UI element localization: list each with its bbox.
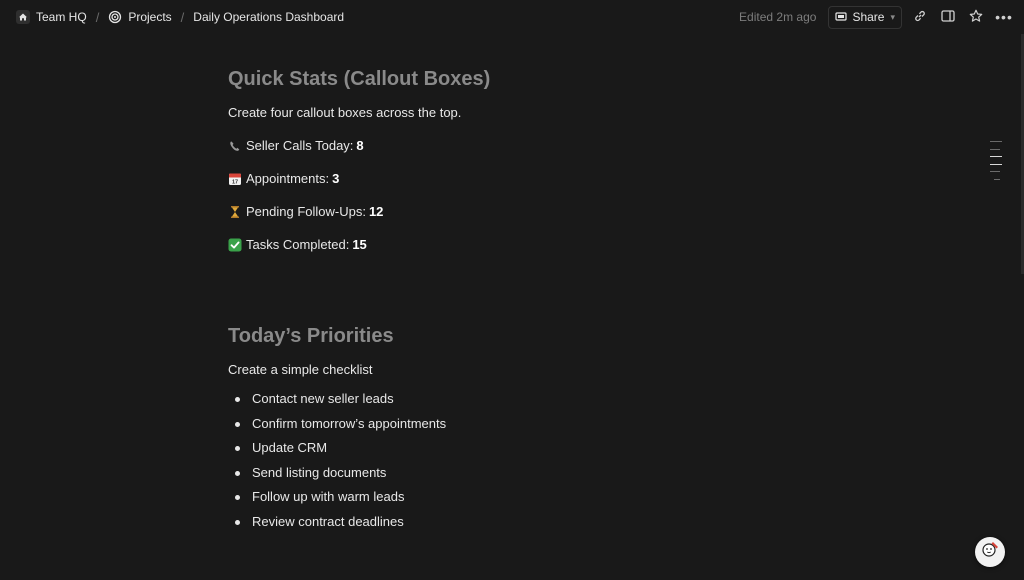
stat-appointments[interactable]: 17 Appointments: 3: [228, 169, 788, 189]
breadcrumb-label: Team HQ: [36, 10, 87, 24]
list-item[interactable]: Update CRM: [228, 436, 788, 461]
share-button[interactable]: Share ▾: [828, 5, 902, 29]
quick-stats-description[interactable]: Create four callout boxes across the top…: [228, 103, 788, 123]
stat-label: Pending Follow-Ups:: [246, 204, 366, 219]
list-item[interactable]: Contact new seller leads: [228, 387, 788, 412]
hourglass-icon: [228, 205, 242, 219]
target-icon: [108, 10, 122, 24]
stat-value: 8: [356, 138, 364, 153]
toc-line: [990, 156, 1002, 157]
checkmark-icon: [228, 238, 242, 252]
list-item[interactable]: Follow up with warm leads: [228, 485, 788, 510]
breadcrumb-separator: /: [95, 9, 100, 25]
stat-value: 15: [352, 237, 367, 252]
list-item[interactable]: Send listing documents: [228, 461, 788, 486]
stat-label: Tasks Completed:: [246, 237, 350, 252]
list-item[interactable]: Confirm tomorrow’s appointments: [228, 412, 788, 437]
heading-quick-stats[interactable]: Quick Stats (Callout Boxes): [228, 62, 788, 96]
toc-line: [994, 178, 1000, 180]
breadcrumb-label: Daily Operations Dashboard: [193, 10, 345, 24]
copy-link-button[interactable]: [910, 7, 930, 27]
edited-timestamp: Edited 2m ago: [739, 10, 817, 24]
toc-line: [990, 141, 1002, 142]
page-content: Quick Stats (Callout Boxes) Create four …: [228, 62, 788, 534]
phone-icon: [228, 139, 242, 153]
breadcrumb-item-current-page[interactable]: Daily Operations Dashboard: [191, 8, 346, 26]
chevron-down-icon: ▾: [890, 11, 895, 22]
stat-value: 3: [332, 171, 340, 186]
lock-share-icon: [835, 10, 848, 25]
stat-pending-follow-ups[interactable]: Pending Follow-Ups: 12: [228, 202, 788, 222]
breadcrumb-item-projects[interactable]: Projects: [106, 8, 173, 26]
breadcrumb-label: Projects: [128, 10, 172, 24]
link-icon: [913, 9, 927, 26]
table-of-contents-minimap[interactable]: [990, 141, 1004, 186]
breadcrumb-separator: /: [180, 9, 185, 25]
heading-todays-priorities[interactable]: Today’s Priorities: [228, 319, 788, 353]
top-bar: Team HQ / Projects / Daily Operations Da…: [0, 0, 1024, 34]
stat-label: Seller Calls Today:: [246, 138, 354, 153]
help-assistant-button[interactable]: [975, 537, 1005, 567]
home-icon: [16, 10, 30, 24]
toc-line: [990, 148, 1000, 150]
calendar-icon: 17: [228, 172, 242, 186]
star-icon: [969, 9, 983, 26]
sidebar-panel-icon: [941, 9, 955, 26]
breadcrumb: Team HQ / Projects / Daily Operations Da…: [14, 8, 346, 26]
priorities-list: Contact new seller leads Confirm tomorro…: [228, 387, 788, 534]
stat-label: Appointments:: [246, 171, 330, 186]
list-item[interactable]: Review contract deadlines: [228, 510, 788, 535]
toggle-sidebar-button[interactable]: [938, 7, 958, 27]
stat-value: 12: [368, 204, 384, 219]
share-label: Share: [852, 10, 885, 24]
favorite-button[interactable]: [966, 7, 986, 27]
breadcrumb-item-team-hq[interactable]: Team HQ: [14, 8, 89, 26]
stat-tasks-completed[interactable]: Tasks Completed: 15: [228, 235, 788, 255]
more-options-button[interactable]: •••: [994, 7, 1014, 27]
svg-text:17: 17: [232, 180, 238, 186]
help-assistant-icon: [979, 539, 1001, 566]
toc-line: [990, 163, 1002, 165]
toc-line: [990, 171, 1000, 172]
more-icon: •••: [995, 9, 1013, 25]
topbar-actions: Edited 2m ago Share ▾ •••: [739, 5, 1014, 29]
stat-seller-calls[interactable]: Seller Calls Today: 8: [228, 136, 788, 156]
priorities-description[interactable]: Create a simple checklist: [228, 360, 788, 380]
